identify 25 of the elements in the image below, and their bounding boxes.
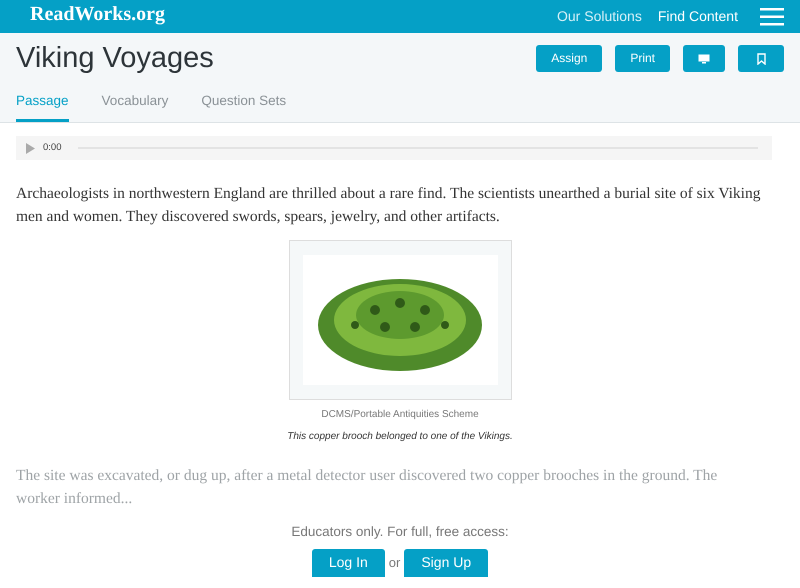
action-button[interactable]: Assign [536, 44, 602, 72]
or-text: or [388, 554, 400, 572]
signup-button[interactable]: Sign Up [404, 548, 488, 576]
monitor-icon [698, 54, 710, 64]
image-credit: DCMS/Portable Antiquities Scheme [321, 408, 479, 422]
action-button[interactable]: Print [615, 44, 670, 72]
faded-paragraph: The site was excavated, or dug up, after a metal detector user discovered two copper brooches in the ground. The worker informed... [16, 466, 718, 510]
bookmark-button[interactable] [738, 44, 784, 72]
nav-link[interactable]: Find Content [658, 6, 738, 27]
bookmark-icon [756, 52, 766, 65]
tab[interactable]: Passage [16, 85, 69, 122]
passage-paragraph: Archaeologists in northwestern England are thrilled about a rare find. The scientists unearthed a burial site of six Viking men and women. They discovered swords, spears, jewelry, and other artifacts. [16, 184, 762, 228]
audio-time: 0:00 [43, 141, 62, 156]
menu-icon[interactable] [760, 6, 784, 26]
play-icon[interactable] [26, 142, 35, 154]
image-caption: This copper brooch belonged to one of the Vikings. [287, 430, 513, 444]
tab[interactable]: Question Sets [201, 85, 286, 122]
site-logo[interactable]: ReadWorks.org [30, 4, 165, 24]
tab[interactable]: Vocabulary [102, 85, 168, 122]
audio-player[interactable]: 0:00 [16, 136, 772, 160]
login-button[interactable]: Log In [312, 548, 385, 576]
present-button[interactable] [683, 44, 725, 72]
page-title: Viking Voyages [16, 40, 214, 76]
nav-link[interactable]: Our Solutions [557, 6, 642, 27]
access-message: Educators only. For full, free access: [291, 523, 509, 542]
